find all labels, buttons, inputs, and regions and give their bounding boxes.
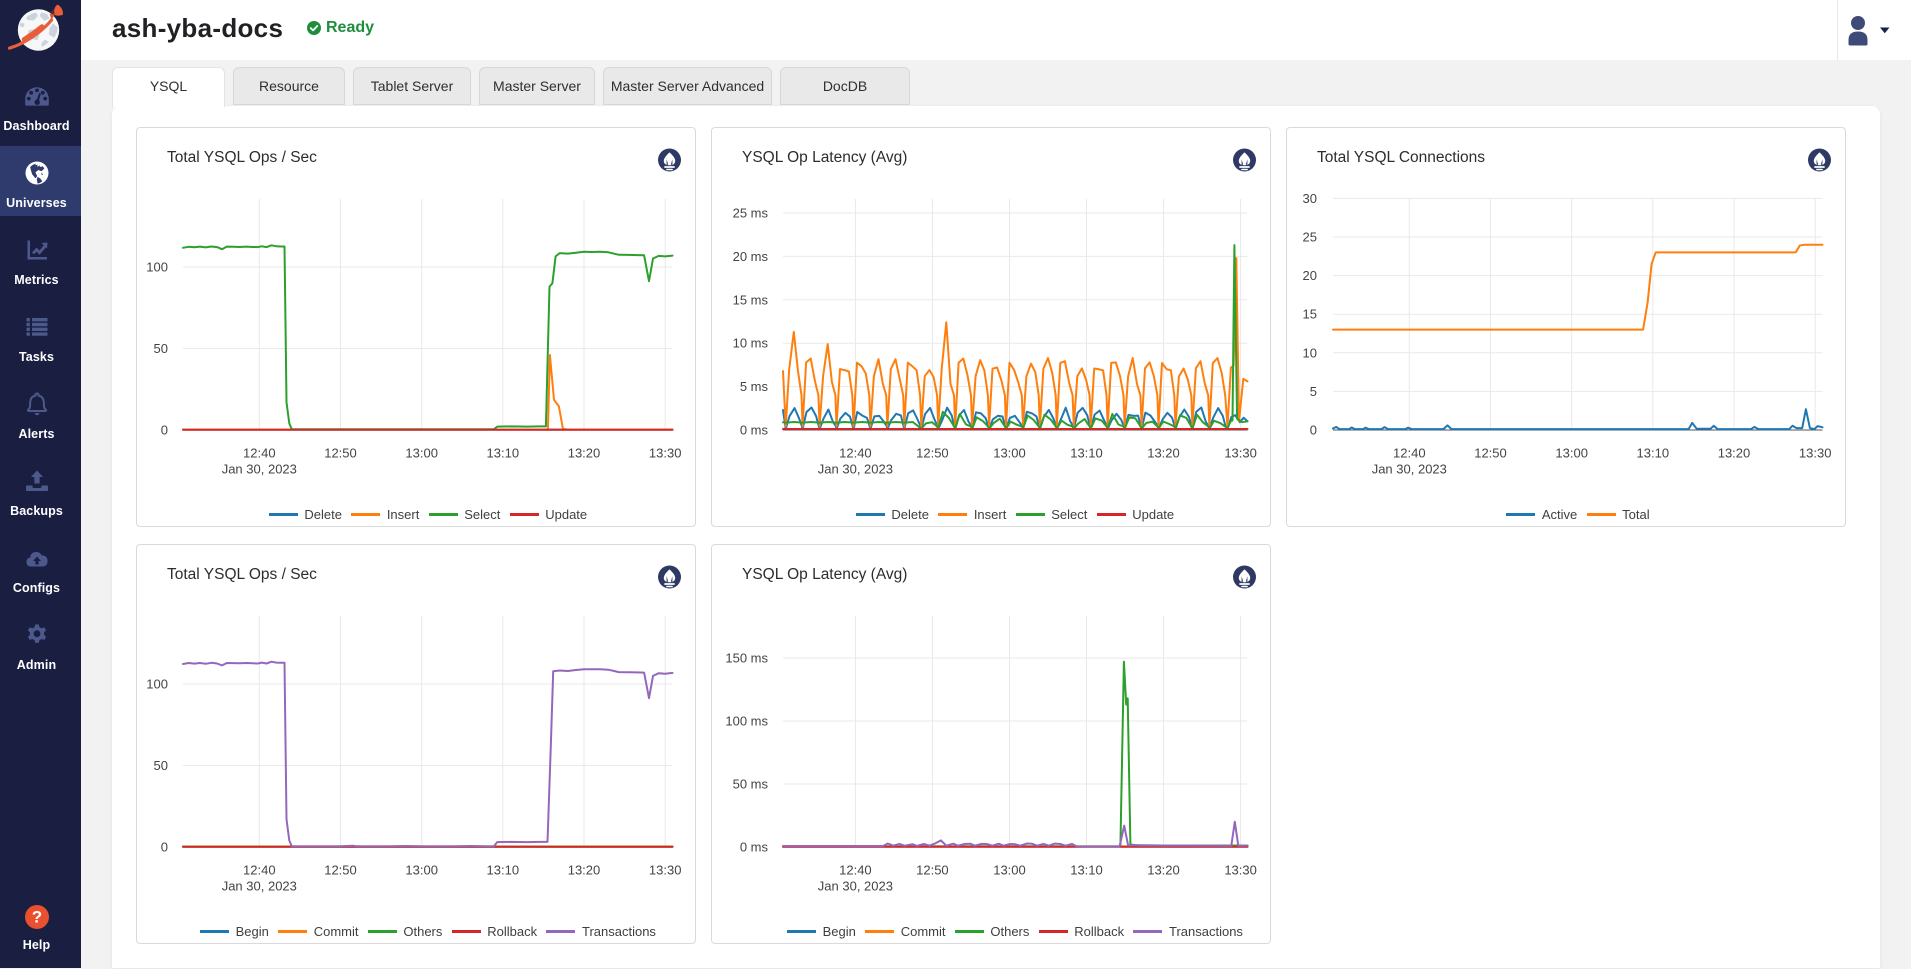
svg-text:?: ?: [31, 908, 41, 927]
